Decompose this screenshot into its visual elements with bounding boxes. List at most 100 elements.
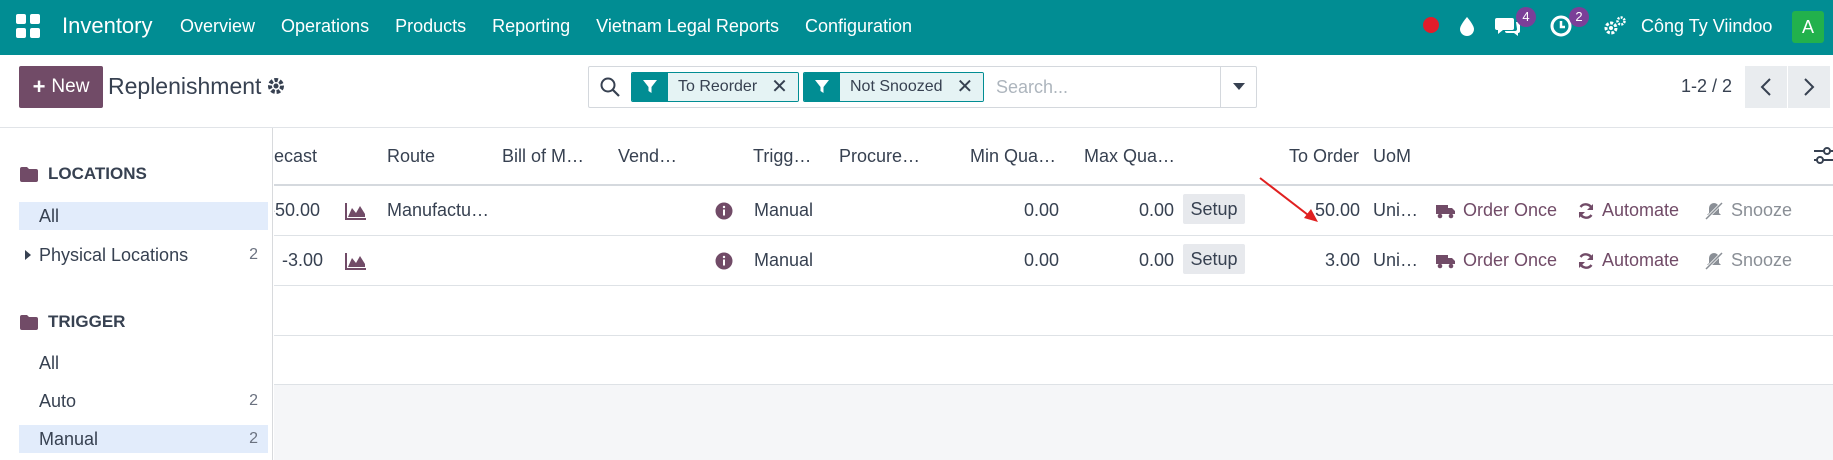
optional-columns-toggle-icon[interactable] [1814, 146, 1833, 166]
messages-icon[interactable]: 4 [1494, 7, 1536, 40]
trigger-header: TRIGGER [20, 312, 125, 332]
cell-uom: Uni… [1373, 250, 1419, 270]
menu-vietnam-legal-reports[interactable]: Vietnam Legal Reports [596, 16, 779, 37]
sidebar-item-label: All [39, 205, 60, 226]
pager-value[interactable]: 1-2 / 2 [1681, 76, 1732, 97]
row-divider [274, 335, 1833, 336]
search-panel-sidebar: LOCATIONS All Physical Locations 2 TRIGG… [0, 128, 273, 460]
water-drop-icon[interactable] [1453, 12, 1481, 40]
sidebar-item-locations-all[interactable]: All [19, 202, 268, 230]
gear-icon[interactable] [266, 76, 286, 96]
filter-icon [632, 73, 668, 101]
cell-trigger: Manual [754, 200, 814, 220]
order-once-label: Order Once [1463, 250, 1558, 270]
caret-right-icon[interactable] [25, 250, 31, 260]
forecast-graph-icon[interactable] [345, 202, 367, 225]
cell-uom: Uni… [1373, 200, 1419, 220]
chevron-right-icon [1804, 78, 1815, 96]
sidebar-item-label: Manual [39, 428, 99, 449]
automate-button[interactable]: Automate [1577, 200, 1679, 221]
sidebar-item-trigger-manual[interactable]: Manual 2 [19, 425, 268, 453]
truck-icon [1436, 254, 1455, 268]
activities-clock-icon[interactable]: 2 [1547, 7, 1589, 40]
search-icon[interactable] [599, 76, 621, 98]
menu-configuration[interactable]: Configuration [805, 16, 912, 37]
snooze-label: Snooze [1731, 200, 1793, 220]
cell-trigger: Manual [754, 250, 814, 270]
activities-badge: 2 [1569, 7, 1589, 27]
row-divider [274, 285, 1833, 286]
sidebar-item-trigger-auto[interactable]: Auto 2 [19, 387, 268, 415]
forecast-graph-icon[interactable] [345, 252, 367, 275]
menu-reporting[interactable]: Reporting [492, 16, 570, 37]
cell-forecast: -3.00 [281, 250, 323, 270]
cell-max-quantity: 0.00 [1138, 200, 1174, 220]
annotation-arrow-icon [1259, 177, 1318, 222]
locations-header: LOCATIONS [20, 164, 147, 184]
bell-slash-icon [1704, 201, 1724, 220]
chevron-left-icon [1760, 78, 1771, 96]
column-header-route[interactable]: Route [387, 146, 435, 167]
automate-button[interactable]: Automate [1577, 250, 1679, 271]
messages-badge: 4 [1516, 7, 1536, 27]
cell-min-quantity: 0.00 [1023, 250, 1059, 270]
search-input[interactable] [996, 73, 1216, 101]
remove-facet-icon[interactable]: ✕ [957, 77, 974, 97]
column-header-to-order[interactable]: To Order [1289, 146, 1359, 167]
snooze-label: Snooze [1731, 250, 1793, 270]
column-header-bill-of-materials[interactable]: Bill of M… [502, 146, 584, 167]
folder-icon [20, 314, 38, 330]
sidebar-item-physical-locations[interactable]: Physical Locations 2 [19, 241, 268, 269]
menu-operations[interactable]: Operations [281, 16, 369, 37]
pager-next-button[interactable] [1788, 66, 1830, 108]
facet-label: Not Snoozed [850, 78, 943, 95]
app-brand[interactable]: Inventory [62, 13, 153, 39]
apps-menu-icon[interactable] [16, 14, 40, 38]
column-header-trigger[interactable]: Trigg… [753, 146, 811, 167]
pager-previous-button[interactable] [1745, 66, 1787, 108]
remove-facet-icon[interactable]: ✕ [771, 77, 788, 97]
new-button[interactable]: + New [19, 66, 103, 108]
cell-min-quantity: 0.00 [1023, 200, 1059, 220]
menu-overview[interactable]: Overview [180, 16, 255, 37]
row-divider [274, 235, 1833, 236]
folder-icon [20, 166, 38, 182]
column-header-max-quantity[interactable]: Max Qua… [1084, 146, 1175, 167]
refresh-icon [1578, 252, 1594, 269]
facet-to-reorder[interactable]: To Reorder ✕ [631, 72, 799, 102]
column-header-min-quantity[interactable]: Min Qua… [970, 146, 1056, 167]
menu-products[interactable]: Products [395, 16, 466, 37]
cell-max-quantity: 0.00 [1138, 250, 1174, 270]
row-divider [274, 384, 1833, 385]
recording-dot-icon[interactable] [1423, 17, 1439, 33]
info-icon[interactable] [715, 252, 733, 275]
column-header-forecast[interactable]: recast [274, 146, 317, 167]
order-once-button[interactable]: Order Once [1436, 250, 1557, 271]
facet-not-snoozed[interactable]: Not Snoozed ✕ [803, 72, 985, 102]
snooze-button[interactable]: Snooze [1704, 200, 1792, 221]
company-switcher[interactable]: Công Ty Viindoo [1641, 16, 1772, 37]
order-once-button[interactable]: Order Once [1436, 200, 1557, 221]
column-header-uom[interactable]: UoM [1373, 146, 1411, 167]
plus-icon: + [32, 74, 46, 99]
cell-to-order[interactable]: 3.00 [1274, 250, 1360, 271]
search-options-toggle[interactable] [1220, 67, 1256, 107]
snooze-button[interactable]: Snooze [1704, 250, 1792, 271]
automate-label: Automate [1602, 200, 1680, 220]
info-icon[interactable] [715, 202, 733, 225]
sidebar-item-count: 2 [249, 246, 258, 263]
column-header-procurement[interactable]: Procure… [839, 146, 920, 167]
settings-gears-icon[interactable] [1601, 12, 1629, 40]
user-avatar[interactable]: A [1792, 11, 1824, 43]
header-divider [274, 184, 1833, 186]
facet-label: To Reorder [678, 78, 758, 95]
column-header-vendor[interactable]: Vend… [618, 146, 677, 167]
setup-button[interactable]: Setup [1183, 244, 1245, 274]
caret-down-icon [1232, 83, 1245, 90]
main-menu: Overview Operations Products Reporting V… [180, 16, 912, 37]
refresh-icon [1578, 202, 1594, 219]
sidebar-item-count: 2 [249, 430, 258, 447]
truck-icon [1436, 204, 1455, 218]
setup-button[interactable]: Setup [1183, 194, 1245, 224]
sidebar-item-trigger-all[interactable]: All [19, 349, 268, 377]
